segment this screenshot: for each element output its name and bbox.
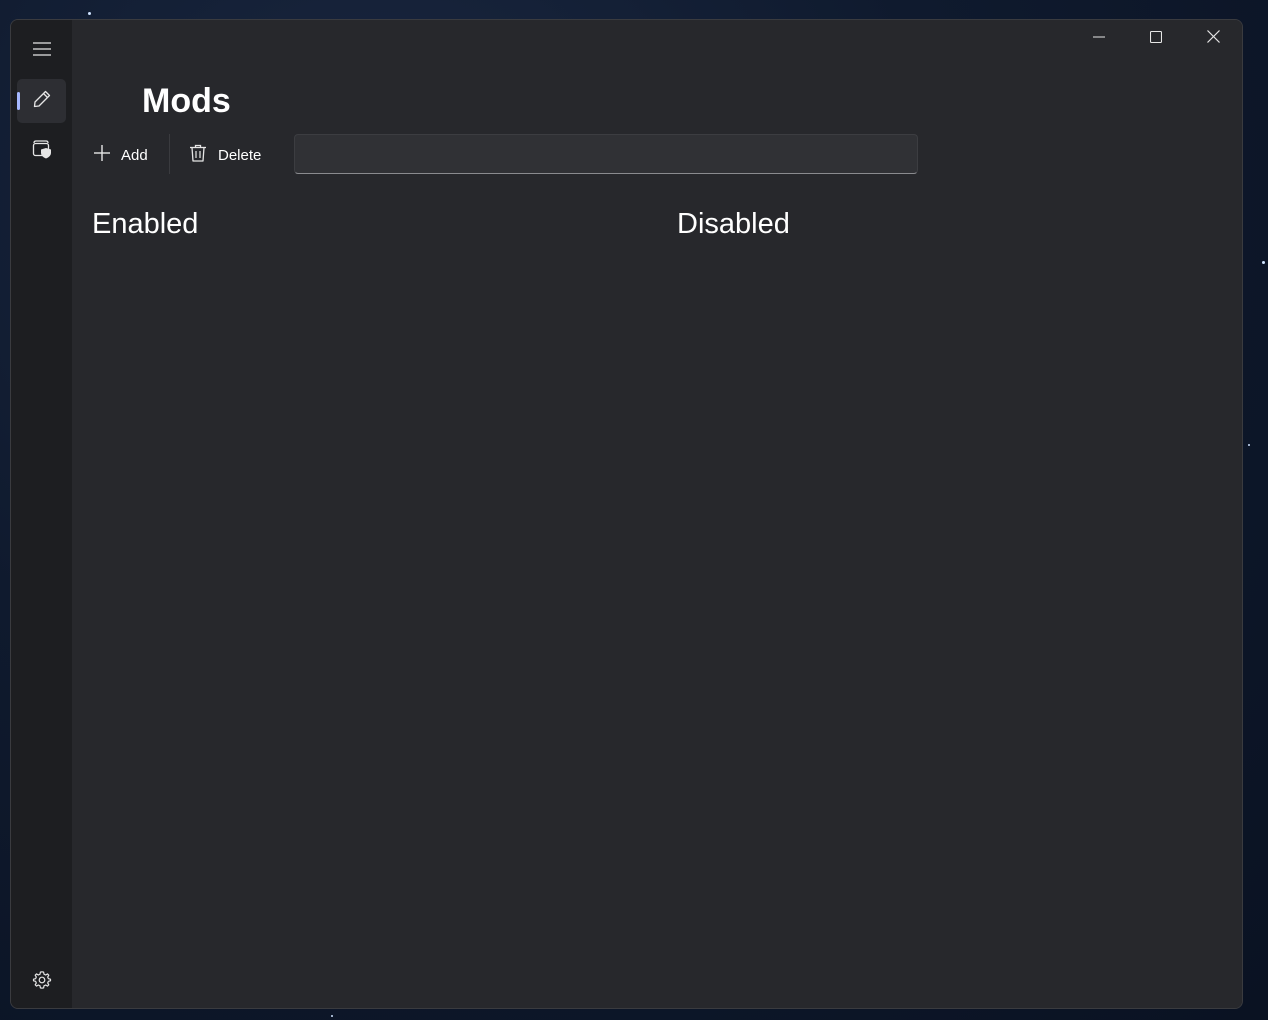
- enabled-section-title: Enabled: [92, 208, 199, 240]
- wallet-shield-icon: [31, 138, 53, 165]
- close-icon: [1206, 30, 1220, 48]
- wallpaper-star: [1262, 261, 1265, 264]
- maximize-button[interactable]: [1128, 20, 1184, 58]
- add-button[interactable]: Add: [93, 136, 148, 174]
- wallpaper-star: [1248, 444, 1250, 446]
- app-window: Mods Add Delete Enabled Disabled: [10, 19, 1243, 1009]
- minimize-icon: [1093, 30, 1105, 48]
- menu-toggle-button[interactable]: [17, 29, 66, 73]
- hamburger-icon: [32, 41, 51, 61]
- delete-button[interactable]: Delete: [188, 136, 261, 174]
- selection-indicator: [17, 92, 20, 110]
- add-button-label: Add: [121, 146, 148, 164]
- wallpaper-star: [331, 1015, 333, 1017]
- nav-item-settings[interactable]: [17, 960, 66, 1004]
- trash-icon: [188, 143, 218, 167]
- wallpaper-star: [88, 12, 91, 15]
- plus-icon: [93, 144, 121, 166]
- minimize-button[interactable]: [1071, 20, 1127, 58]
- nav-item-profiles[interactable]: [17, 129, 66, 173]
- toolbar-divider: [169, 134, 170, 174]
- search-input[interactable]: [294, 134, 918, 174]
- navigation-pane: [11, 20, 72, 1008]
- disabled-section-title: Disabled: [677, 208, 790, 240]
- maximize-icon: [1149, 30, 1163, 48]
- content-area: Mods Add Delete Enabled Disabled: [72, 20, 1242, 1008]
- nav-item-mods[interactable]: [17, 79, 66, 123]
- pencil-icon: [32, 89, 52, 114]
- close-button[interactable]: [1185, 20, 1241, 58]
- delete-button-label: Delete: [218, 146, 262, 164]
- gear-icon: [32, 970, 52, 995]
- page-title: Mods: [142, 82, 231, 120]
